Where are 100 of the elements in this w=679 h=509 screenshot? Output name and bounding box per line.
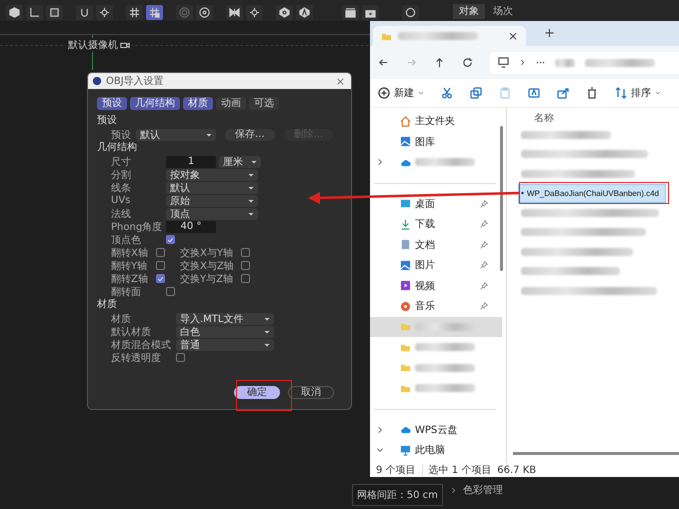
caret-icon (655, 90, 661, 96)
nav-item[interactable]: 桌面 (370, 194, 502, 214)
column-header[interactable]: 名称 (518, 112, 679, 125)
checkbox[interactable] (241, 274, 250, 283)
toolbar-button[interactable] (76, 5, 93, 20)
checkbox[interactable] (156, 274, 165, 283)
nav-item[interactable]: 下载 (370, 214, 502, 234)
field-label: 材质 (111, 312, 132, 326)
gallery-icon (400, 136, 411, 148)
cloud-icon (400, 424, 411, 436)
toolbar-button[interactable] (362, 5, 379, 20)
toolbar-button[interactable] (6, 5, 23, 20)
caret-icon (248, 184, 254, 190)
dropdown[interactable]: 默认 (136, 128, 216, 140)
toolbar-button[interactable] (126, 5, 143, 20)
panel-tab[interactable]: 场次 (487, 4, 519, 19)
copy-button[interactable] (470, 87, 482, 99)
close-button[interactable]: × (334, 74, 347, 88)
field-label: 分割 (111, 168, 132, 182)
forward-icon (406, 57, 417, 68)
dropdown[interactable]: 普通 (176, 338, 274, 350)
toolbar-button[interactable] (276, 5, 293, 20)
check-icon (167, 236, 174, 244)
checkbox[interactable] (156, 261, 165, 270)
chevron-right-icon (450, 486, 457, 494)
checkbox[interactable] (241, 248, 250, 257)
check-icon (157, 274, 164, 282)
nav-item[interactable]: 文档 (370, 234, 502, 255)
dropdown[interactable]: 厘米 (219, 156, 261, 168)
tab[interactable]: 材质 (183, 97, 213, 110)
scrollbar[interactable] (500, 126, 503, 271)
blurred-text (555, 58, 575, 66)
number-field[interactable]: 40 ° (166, 220, 216, 232)
toolbar-button[interactable] (146, 5, 163, 20)
refresh-icon (462, 57, 473, 68)
dropdown[interactable]: 按对象 (166, 168, 258, 180)
blurred-text (415, 384, 475, 392)
toolbar-button[interactable] (226, 5, 243, 20)
home-icon (400, 116, 411, 127)
checkbox[interactable] (166, 287, 175, 296)
field-label: 翻转X轴 (111, 246, 149, 260)
disc-icon (199, 7, 210, 18)
sort-button[interactable]: 排序 (615, 86, 661, 100)
preset-button[interactable]: 保存... (225, 128, 275, 140)
checkbox[interactable] (166, 235, 175, 244)
scissors-button[interactable] (441, 87, 453, 99)
toolbar-button[interactable] (402, 5, 419, 20)
blurred-text (415, 364, 475, 372)
chevron-right-icon (519, 59, 526, 66)
confirm-button[interactable]: 确定 (234, 386, 280, 399)
delete-button[interactable] (586, 87, 598, 99)
dropdown[interactable]: 顶点 (166, 208, 258, 220)
dropdown[interactable]: 白色 (176, 326, 274, 338)
dropdown[interactable]: 原始 (166, 194, 258, 206)
toolbar-button[interactable] (96, 5, 113, 20)
checkbox[interactable] (176, 353, 185, 362)
clipboard-icon (499, 87, 511, 99)
panel-tab[interactable]: 对象 (453, 4, 485, 19)
field-label: 翻转Y轴 (111, 260, 148, 272)
rename-button[interactable] (528, 87, 540, 99)
file-row[interactable]: WP_DaBaoJian(ChaiUVBanben).c4d (518, 184, 666, 203)
cancel-button[interactable]: 取消 (288, 386, 334, 399)
share-button[interactable] (557, 87, 569, 99)
caret-icon (264, 316, 270, 322)
rings-icon (179, 7, 190, 18)
ring-icon (405, 7, 416, 18)
checkbox[interactable] (241, 261, 250, 270)
nav-item[interactable]: WPS云盘 (370, 420, 502, 440)
document-icon (400, 239, 411, 250)
back-icon (378, 57, 389, 68)
clapper-icon (345, 7, 356, 18)
tab[interactable]: 预设 (97, 97, 127, 110)
axis-icon (29, 7, 40, 18)
explorer-tab[interactable]: × (373, 26, 526, 46)
nav-item[interactable]: 此电脑 (370, 440, 502, 460)
dropdown[interactable]: 默认 (166, 182, 258, 194)
tab[interactable]: 可选 (249, 97, 279, 110)
checkbox[interactable] (156, 248, 165, 257)
toolbar-button[interactable] (296, 5, 313, 20)
new-tab-button[interactable]: + (540, 26, 559, 41)
close-button[interactable]: × (508, 29, 518, 43)
field-label: 线条 (111, 182, 132, 194)
toolbar-button[interactable] (26, 5, 43, 20)
number-field[interactable]: 1 (166, 156, 216, 168)
nav-item[interactable]: 音乐 (370, 296, 502, 316)
field-label: 交换X与Z轴 (180, 260, 235, 272)
toolbar-button[interactable] (46, 5, 63, 20)
nav-item[interactable]: 主文件夹 (370, 111, 502, 132)
dropdown[interactable]: 导入.MTL文件 (176, 312, 274, 324)
tab[interactable]: 几何结构 (130, 97, 180, 110)
toolbar-button[interactable] (246, 5, 263, 20)
hexagon-icon (279, 7, 290, 18)
tab[interactable]: 动画 (216, 97, 246, 110)
nav-item[interactable]: 视频 (370, 276, 502, 296)
toolbar-button[interactable] (196, 5, 213, 20)
section-title: 预设 (97, 114, 118, 128)
highlight-frame (236, 380, 292, 411)
toolbar-button[interactable] (342, 5, 359, 20)
scrollbar[interactable] (513, 452, 679, 455)
plus-circle-button[interactable]: 新建 (378, 86, 424, 100)
